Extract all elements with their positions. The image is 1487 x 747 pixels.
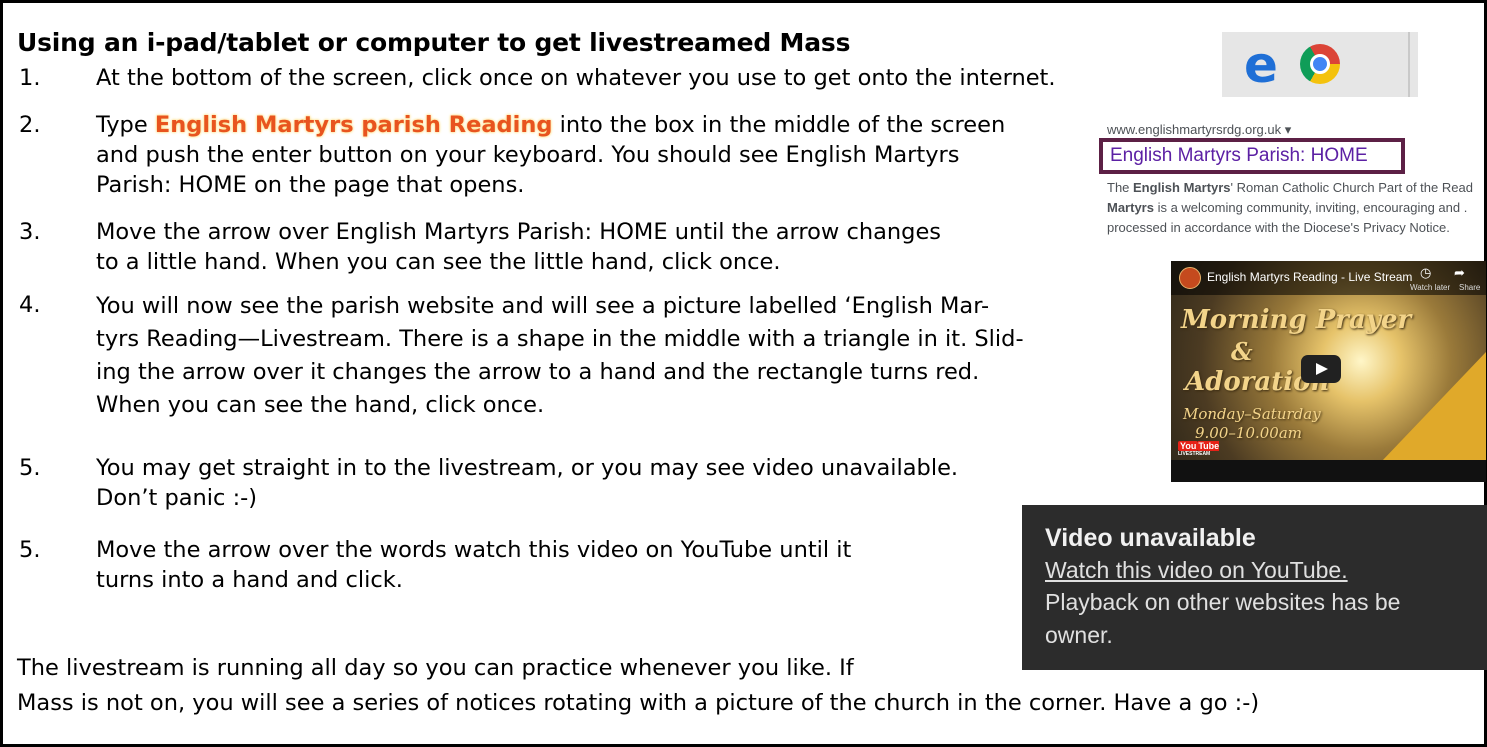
step-number: 5.	[19, 537, 41, 563]
step-text-line: Move the arrow over English Martyrs Pari…	[96, 219, 942, 245]
search-result: www.englishmartyrsrdg.org.uk ▾ English M…	[1097, 114, 1487, 254]
taskbar-divider	[1408, 32, 1410, 97]
step-text: Type English Martyrs parish Reading into…	[96, 110, 1005, 200]
video-text-days: Monday–Saturday	[1183, 405, 1321, 423]
step-number: 3.	[19, 219, 41, 245]
search-result-url[interactable]: www.englishmartyrsrdg.org.uk ▾	[1107, 122, 1291, 138]
search-result-title-link[interactable]: English Martyrs Parish: HOME	[1110, 145, 1368, 167]
step-text: You will now see the parish website and …	[96, 290, 1024, 422]
step-number: 2.	[19, 112, 41, 138]
channel-avatar[interactable]	[1179, 267, 1201, 289]
gold-corner-triangle	[1381, 352, 1486, 462]
step-text-line: and push the enter button on your keyboa…	[96, 142, 960, 168]
step-number: 1.	[19, 65, 41, 91]
share-icon[interactable]: ➦	[1454, 266, 1465, 281]
watch-on-youtube-link[interactable]: Watch this video on YouTube.	[1045, 557, 1348, 584]
youtube-tube: Tube	[1198, 441, 1220, 451]
youtube-livestream-label: LIVESTREAM	[1178, 451, 1211, 457]
video-bottom-bar	[1171, 460, 1486, 482]
snippet-text: is a welcoming community, inviting, enco…	[1153, 200, 1468, 215]
step-text: You may get straight in to the livestrea…	[96, 453, 958, 513]
step-text: At the bottom of the screen, click once …	[96, 65, 1056, 91]
step-number: 5.	[19, 455, 41, 481]
step-text: Move the arrow over the words watch this…	[96, 535, 851, 595]
unavailable-heading: Video unavailable	[1045, 524, 1256, 552]
watch-later-label[interactable]: Watch later	[1410, 283, 1450, 292]
footer-line-2: Mass is not on, you will see a series of…	[17, 690, 1260, 716]
step-text-line: Don’t panic :-)	[96, 485, 258, 511]
snippet-text: The	[1107, 180, 1134, 195]
video-title[interactable]: English Martyrs Reading - Live Stream	[1207, 270, 1412, 284]
unavailable-message-line-1: Playback on other websites has be	[1045, 589, 1401, 615]
step-text-pre: Type	[96, 112, 155, 138]
video-thumbnail[interactable]: English Martyrs Reading - Live Stream ◷ …	[1171, 261, 1486, 482]
watch-later-icon[interactable]: ◷	[1420, 266, 1431, 281]
snippet-bold: English Martyrs	[1133, 180, 1231, 195]
step-text-line: turns into a hand and click.	[96, 567, 403, 593]
snippet-text: processed in accordance with the Diocese…	[1107, 220, 1450, 235]
youtube-logo: You Tube LIVESTREAM	[1178, 441, 1220, 457]
step-text-line: ing the arrow over it changes the arrow …	[96, 359, 980, 385]
step-text: Move the arrow over English Martyrs Pari…	[96, 217, 941, 277]
search-phrase-highlight: English Martyrs parish Reading	[154, 112, 553, 138]
page-title: Using an i-pad/tablet or computer to get…	[17, 28, 851, 57]
step-text-post: into the box in the middle of the screen	[552, 112, 1006, 138]
snippet-bold: Martyrs	[1107, 200, 1154, 215]
chrome-icon[interactable]	[1300, 44, 1340, 84]
step-text-line: to a little hand. When you can see the l…	[96, 249, 781, 275]
share-label[interactable]: Share	[1459, 283, 1480, 292]
video-text-time: 9.00–10.00am	[1195, 424, 1303, 442]
step-text-line: tyrs Reading—Livestream. There is a shap…	[96, 326, 1024, 352]
play-button-icon[interactable]	[1301, 355, 1341, 383]
step-text-line: You will now see the parish website and …	[96, 293, 990, 319]
youtube-you: You	[1178, 441, 1199, 451]
step-text-line: You may get straight in to the livestrea…	[96, 455, 959, 481]
search-result-snippet: The English Martyrs' Roman Catholic Chur…	[1107, 178, 1473, 238]
video-text-morning-prayer: Morning Prayer	[1181, 305, 1412, 335]
edge-icon[interactable]: e	[1244, 40, 1278, 90]
step-text-line: Parish: HOME on the page that opens.	[96, 172, 525, 198]
unavailable-message-line-2: owner.	[1045, 622, 1113, 648]
video-unavailable-panel: Video unavailable Watch this video on Yo…	[1022, 505, 1487, 670]
step-text-line: When you can see the hand, click once.	[96, 392, 545, 418]
taskbar-browser-icons: e	[1222, 32, 1418, 97]
step-number: 4.	[19, 292, 41, 318]
video-text-ampersand: &	[1231, 337, 1253, 366]
snippet-text: ' Roman Catholic Church Part of the Read	[1230, 180, 1473, 195]
footer-line-1: The livestream is running all day so you…	[17, 655, 854, 681]
step-text-line: Move the arrow over the words watch this…	[96, 537, 852, 563]
